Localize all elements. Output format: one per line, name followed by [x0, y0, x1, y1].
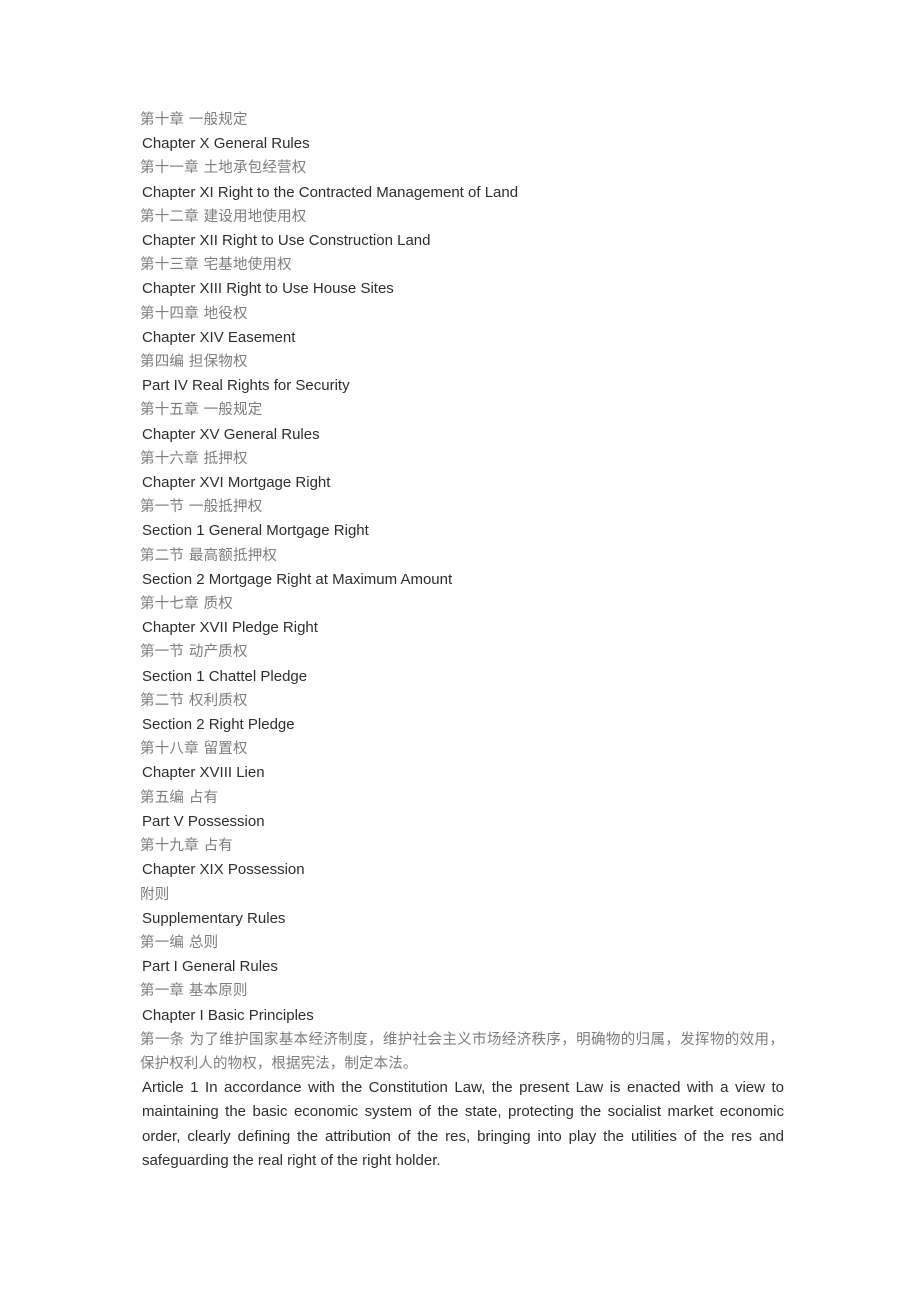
toc-line: 第十七章 质权: [140, 596, 234, 613]
toc-line: 第十四章 地役权: [140, 305, 248, 322]
toc-line: Chapter XV General Rules: [142, 425, 320, 443]
article-1-english-paragraph: Article 1 In accordance with the Constit…: [142, 1079, 784, 1169]
toc-line: Chapter X General Rules: [142, 135, 310, 153]
article-1-chinese-paragraph: 第一条 为了维护国家基本经济制度，维护社会主义市场经济秩序，明确物的归属，发挥物…: [140, 1031, 784, 1072]
document-content: 第十章 一般规定 Chapter X General Rules 第十一章 土地承包…: [139, 108, 784, 1173]
toc-line: Part V Possession: [142, 812, 265, 830]
toc-line: 第二节 权利质权: [140, 692, 248, 709]
toc-line: Part IV Real Rights for Security: [142, 377, 350, 395]
toc-line: 第二节 最高额抵押权: [140, 547, 278, 564]
toc-line: 第十八章 留置权: [140, 741, 248, 758]
toc-line: 第一编 总则: [140, 934, 219, 951]
toc-line: Chapter XVIII Lien: [142, 764, 265, 782]
toc-line: Chapter XVI Mortgage Right: [142, 474, 331, 492]
toc-line: 第十九章 占有: [140, 838, 234, 855]
toc-line: 第四编 担保物权: [140, 354, 248, 371]
toc-line: Chapter XI Right to the Contracted Manag…: [142, 183, 519, 201]
toc-line: 第一章 基本原则: [140, 983, 248, 1000]
toc-line: Part I General Rules: [142, 958, 278, 976]
toc-line: 附则: [140, 886, 170, 903]
toc-line: 第一节 一般抵押权: [140, 499, 263, 516]
toc-line: Chapter I Basic Principles: [142, 1006, 314, 1024]
toc-line: Section 1 General Mortgage Right: [142, 522, 369, 540]
toc-line: Section 1 Chattel Pledge: [142, 667, 308, 685]
toc-line: 第十三章 宅基地使用权: [140, 257, 292, 274]
toc-line: Chapter XIX Possession: [142, 861, 305, 879]
toc-line: 第十五章 一般规定: [140, 402, 263, 419]
toc-line: Supplementary Rules: [142, 909, 286, 927]
toc-line: Chapter XIV Easement: [142, 328, 296, 346]
toc-line: Section 2 Mortgage Right at Maximum Amou…: [142, 570, 453, 588]
toc-line: Section 2 Right Pledge: [142, 716, 295, 734]
table-of-contents: 第十章 一般规定 Chapter X General Rules 第十一章 土地承包…: [139, 108, 784, 1028]
toc-line: 第十六章 抵押权: [140, 450, 248, 467]
toc-line: 第十一章 土地承包经营权: [140, 160, 307, 177]
document-page: 第十章 一般规定 Chapter X General Rules 第十一章 土地承包…: [0, 0, 920, 1302]
toc-line: Chapter XII Right to Use Construction La…: [142, 232, 431, 250]
toc-line: Chapter XIII Right to Use House Sites: [142, 280, 394, 298]
toc-line: 第十章 一般规定: [140, 112, 248, 128]
toc-line: 第十二章 建设用地使用权: [140, 208, 307, 225]
toc-line: 第五编 占有: [140, 789, 219, 806]
toc-line: Chapter XVII Pledge Right: [142, 619, 318, 637]
toc-line: 第一节 动产质权: [140, 644, 248, 661]
